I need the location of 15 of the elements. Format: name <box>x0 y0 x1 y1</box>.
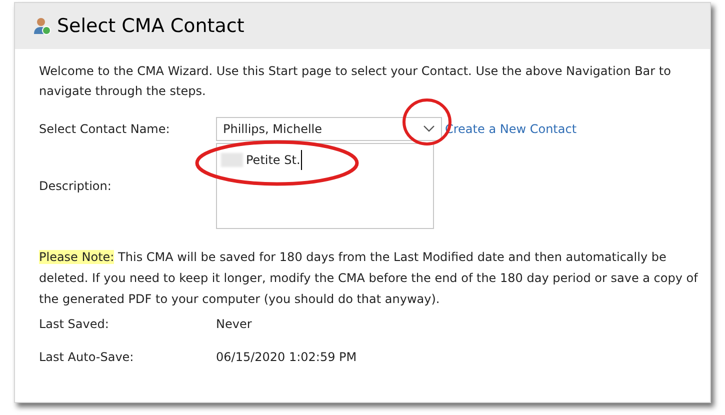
info-value: 06/15/2020 1:02:59 PM <box>216 349 357 366</box>
intro-text: Welcome to the CMA Wizard. Use this Start page to select your Contact. Use the above Navigation Bar to navigate through the steps. <box>39 63 672 100</box>
field-label: Select Contact Name: <box>39 121 171 138</box>
contact-select[interactable]: Phillips, Michelle <box>216 117 442 141</box>
info-value: Never <box>216 316 252 333</box>
info-label: Last Auto-Save: <box>39 349 135 366</box>
description-value: Petite St. <box>246 150 302 170</box>
redaction-blur <box>221 153 243 167</box>
description-textarea[interactable]: Petite St. <box>216 143 434 229</box>
chevron-down-icon <box>423 125 435 133</box>
panel-title: Select CMA Contact <box>57 14 244 39</box>
info-label: Last Saved: <box>39 316 110 333</box>
field-label: Description: <box>39 178 112 195</box>
user-add-icon <box>33 17 51 35</box>
note-text: Please Note: This CMA will be saved for 180 days from the Last Modified date and then automatically be deleted. If you need to keep it longer, modify the CMA before the end of the 180 day period or save a copy of the generated PDF to your computer (you should do that anyway). <box>39 249 700 308</box>
